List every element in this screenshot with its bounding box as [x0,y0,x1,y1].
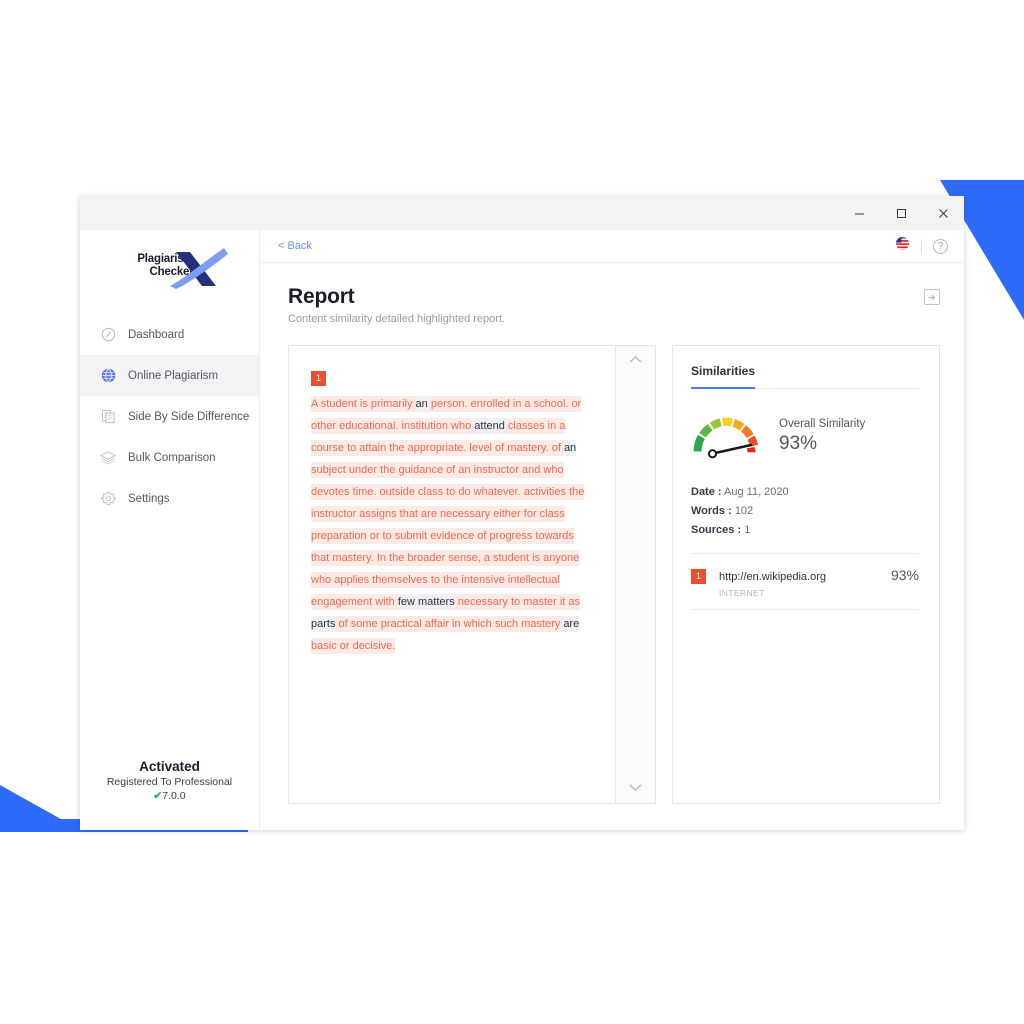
overall-similarity-label: Overall Similarity [779,417,866,430]
chevron-down-icon[interactable] [629,781,642,794]
source-info: http://en.wikipedia.org INTERNET [719,567,826,598]
document-text: A student is primarily an person. enroll… [311,393,595,657]
meta-row-sources: Sources : 1 [691,521,919,540]
title-bar [80,196,964,230]
match-badge[interactable]: 1 [311,371,326,386]
text-segment-matched: A student is primarily [311,396,416,412]
meta-label: Sources : [691,524,742,536]
text-segment-unmatched: parts [311,616,336,632]
page-header: Report Content similarity detailed highl… [260,263,964,331]
meta-label: Words : [691,505,732,517]
layers-icon [100,450,116,466]
screenshot-stage: Plagiarism Checker Dashboard Online Plag… [0,0,1024,1024]
similarity-gauge-icon [693,417,759,459]
activation-subtitle: Registered To Professional [106,776,233,788]
meta-label: Date : [691,486,722,498]
documents-icon [100,409,116,425]
source-url[interactable]: http://en.wikipedia.org [719,571,826,583]
maximize-button[interactable] [880,196,922,230]
text-segment-unmatched: an [415,396,428,412]
text-segment-matched: of some practical affair in which such m… [335,616,564,632]
sidebar-item-bulk-comparison[interactable]: Bulk Comparison [80,437,259,478]
application-window: Plagiarism Checker Dashboard Online Plag… [80,196,964,830]
tab-similarities[interactable]: Similarities [691,364,756,389]
overall-similarity-value: 93% [779,432,818,454]
source-badge: 1 [691,569,706,584]
text-segment-matched: basic or decisive. [311,638,396,654]
topbar-divider [921,239,922,253]
minimize-icon [854,213,864,214]
gauge-icon [100,327,116,343]
sidebar-item-label: Settings [128,492,170,505]
logo-x-icon [169,248,228,289]
sidebar-item-label: Online Plagiarism [128,369,219,382]
meta-row-date: Date : Aug 11, 2020 [691,483,919,502]
meta-value: 1 [744,524,751,536]
export-icon [927,294,935,300]
source-row[interactable]: 1 http://en.wikipedia.org INTERNET 93% [691,554,919,610]
globe-icon [100,368,116,384]
close-button[interactable] [922,196,964,230]
close-icon [938,208,948,218]
meta-value: Aug 11, 2020 [724,486,789,498]
gear-icon [100,491,116,507]
activation-version-value: 7.0.0 [162,790,186,802]
back-link[interactable]: < Back [278,240,312,252]
text-segment-unmatched: are [563,616,580,632]
document-scrollbar[interactable] [616,345,656,804]
document-panel: 1 A student is primarily an person. enro… [288,345,616,804]
activation-title: Activated [139,759,200,774]
report-panels: 1 A student is primarily an person. enro… [260,331,964,830]
export-button[interactable] [924,289,940,305]
source-type: INTERNET [719,588,765,598]
sidebar-item-dashboard[interactable]: Dashboard [80,314,259,355]
activation-version: ✔7.0.0 [90,790,249,802]
main-content: < Back ? Report Content similarity detai… [260,230,964,830]
overall-similarity: Overall Similarity 93% [691,411,919,461]
sidebar-item-label: Bulk Comparison [128,451,216,464]
app-logo: Plagiarism Checker [80,230,259,306]
source-percent: 93% [890,567,919,583]
text-segment-unmatched: attend [474,418,505,434]
check-icon: ✔ [153,790,163,802]
text-segment-matched: subject under the guidance of an instruc… [311,462,585,610]
sidebar: Plagiarism Checker Dashboard Online Plag… [80,230,260,830]
report-meta: Date : Aug 11, 2020 Words : 102 Sources … [691,483,919,540]
text-segment-matched: necessary to master it as [454,594,581,610]
minimize-button[interactable] [838,196,880,230]
maximize-icon [896,208,906,218]
sidebar-item-online-plagiarism[interactable]: Online Plagiarism [80,355,259,396]
sidebar-item-label: Dashboard [128,328,185,341]
sidebar-item-settings[interactable]: Settings [80,478,259,519]
page-title: Report [288,285,355,308]
topbar-actions: ? [895,236,948,256]
activation-status: Activated Registered To Professional ✔7.… [80,759,259,830]
text-segment-unmatched: few matters [397,594,455,610]
sidebar-item-side-by-side-difference[interactable]: Side By Side Difference [80,396,259,437]
page-subtitle: Content similarity detailed highlighted … [288,313,506,325]
sidebar-item-label: Side By Side Difference [128,410,250,423]
text-segment-unmatched: an [563,440,577,456]
us-flag-icon[interactable] [895,236,910,256]
meta-row-words: Words : 102 [691,502,919,521]
chevron-up-icon[interactable] [629,353,642,366]
content-topbar: < Back ? [260,230,964,263]
similarities-tabs: Similarities [691,362,919,389]
meta-value: 102 [734,505,754,517]
similarities-panel: Similarities Overall Similarity 93% Date… [672,345,940,804]
help-circle-icon[interactable]: ? [933,238,948,254]
sidebar-nav: Dashboard Online Plagiarism Side By Side… [80,314,259,519]
